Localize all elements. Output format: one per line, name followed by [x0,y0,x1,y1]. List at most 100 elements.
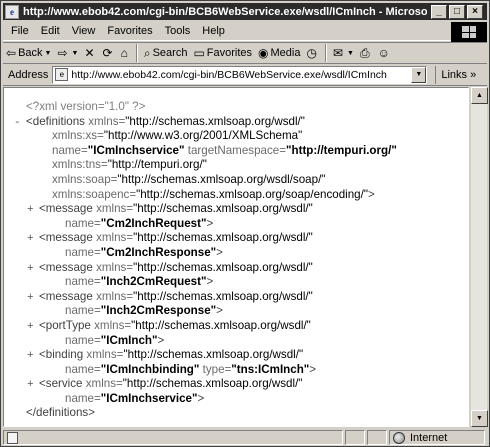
xml-definitions-close: </definitions> [26,406,95,420]
address-dropdown-button[interactable]: ▼ [411,66,427,83]
minimize-button[interactable]: _ [431,4,447,19]
expand-toggle[interactable]: + [27,232,39,247]
menu-tools[interactable]: Tools [159,25,197,37]
xml-binding-name: name="ICmInchbinding" type="tns:ICmInch"… [65,362,317,376]
discuss-button[interactable]: ☺ [375,43,395,63]
menu-file[interactable]: File [3,25,35,37]
security-zone[interactable]: Internet [389,430,485,445]
xml-declaration: <?xml version="1.0" ?> [26,100,146,113]
xml-binding: + <binding xmlns="http://schemas.xmlsoap.… [27,348,304,364]
xml-message-2-name: name="Cm2InchResponse"> [65,245,223,259]
media-button[interactable]: ◉ Media [255,43,303,63]
xml-attr-name: name="ICmInchservice" targetNamespace="h… [52,143,397,157]
forward-button[interactable]: ⇨ ▼ [54,43,81,63]
close-button[interactable]: × [467,4,483,19]
xml-message-3: + <message xmlns="http://schemas.xmlsoap.… [27,260,313,277]
expand-toggle[interactable]: + [27,320,39,335]
toolbar-separator [324,44,327,62]
standard-toolbar: ⇦ Back ▼ ⇨ ▼ ✕ ⟳ ⌂ ⌕ Search ▭ Favorites … [3,42,487,64]
chevron-down-icon[interactable]: ▼ [45,50,52,57]
links-label: Links [441,68,468,81]
address-input[interactable]: http://www.ebob42.com/cgi-bin/BCB6WebSer… [71,69,411,81]
collapse-toggle[interactable]: - [14,116,26,131]
favorites-folder-icon: ▭ [193,46,205,60]
status-text-cell [3,430,343,445]
address-bar: Address e http://www.ebob42.com/cgi-bin/… [3,64,487,86]
status-bar: Internet [3,429,487,446]
refresh-icon: ⟳ [102,46,113,60]
xml-message-2: + <message xmlns="http://schemas.xmlsoap.… [27,231,313,247]
expand-toggle[interactable]: + [27,262,39,277]
print-button[interactable]: ⎙ [357,43,375,63]
chevron-down-icon[interactable]: ▼ [72,50,79,57]
search-icon: ⌕ [143,45,151,60]
back-button[interactable]: ⇦ Back ▼ [3,43,54,63]
xml-message-1-name: name="Cm2InchRequest"> [65,216,214,230]
favorites-label: Favorites [206,47,253,59]
scroll-down-button[interactable]: ▼ [471,410,488,427]
chevron-down-icon[interactable]: ▼ [347,50,354,57]
menu-bar: File Edit View Favorites Tools Help [3,21,487,41]
stop-button[interactable]: ✕ [81,43,99,63]
forward-arrow-icon: ⇨ [57,46,68,60]
stop-icon: ✕ [84,46,95,60]
xml-message-4-name: name="Inch2CmResponse"> [65,304,223,318]
window-title: http://www.ebob42.com/cgi-bin/BCB6WebSer… [23,5,427,18]
page-done-icon [7,431,18,444]
globe-icon [393,431,405,444]
links-chevron-icon: » [470,68,477,81]
history-button[interactable]: ◷ [303,43,321,63]
zone-label: Internet [410,431,448,444]
media-icon: ◉ [258,46,269,60]
windows-logo-icon [462,26,476,38]
maximize-button[interactable]: □ [449,4,465,19]
xml-attr-soapenc: xmlns:soapenc="http://schemas.xmlsoap.or… [52,187,375,201]
vertical-scrollbar[interactable]: ▲ ▼ [470,87,488,427]
browser-window: e http://www.ebob42.com/cgi-bin/BCB6WebS… [0,0,490,447]
home-button[interactable]: ⌂ [118,43,133,63]
xml-porttype: + <portType xmlns="http://schemas.xmlsoap… [27,318,311,335]
scroll-up-button[interactable]: ▲ [471,87,488,104]
links-button[interactable]: Links » [435,65,477,84]
expand-toggle[interactable]: + [27,349,39,364]
menu-favorites[interactable]: Favorites [101,25,158,37]
windows-logo-throbber [451,22,487,42]
print-icon: ⎙ [359,45,370,60]
back-label: Back [18,47,43,59]
expand-toggle[interactable]: + [27,291,39,306]
menu-edit[interactable]: Edit [35,25,66,37]
mail-button[interactable]: ✉ ▼ [330,43,357,63]
menu-help[interactable]: Help [196,25,231,37]
xml-attr-xs: xmlns:xs="http://www.w3.org/2001/XMLSche… [52,129,303,143]
toolbar-separator [135,44,138,62]
expand-toggle[interactable]: + [27,203,39,218]
media-label: Media [270,47,301,59]
discuss-icon: ☺ [377,46,390,60]
xml-message-4: + <message xmlns="http://schemas.xmlsoap.… [27,289,313,306]
xml-message-1: + <message xmlns="http://schemas.xmlsoap.… [27,202,313,218]
page-icon: e [55,68,69,81]
favorites-button[interactable]: ▭ Favorites [190,43,255,63]
xml-service-name: name="ICmInchservice"> [65,391,205,405]
xml-definitions-open: - <definitions xmlns="http://schemas.xmls… [14,114,305,129]
xml-service: + <service xmlns="http://schemas.xmlsoap.… [27,377,303,393]
back-arrow-icon: ⇦ [6,46,17,60]
refresh-button[interactable]: ⟳ [100,43,118,63]
home-icon: ⌂ [120,46,128,60]
search-button[interactable]: ⌕ Search [141,43,191,63]
address-field[interactable]: e http://www.ebob42.com/cgi-bin/BCB6WebS… [52,65,428,84]
xml-message-3-name: name="Inch2CmRequest"> [65,275,214,289]
xml-attr-soap: xmlns:soap="http://schemas.xmlsoap.org/w… [52,172,326,186]
status-cell [367,430,387,445]
expand-toggle[interactable]: + [27,378,39,393]
xml-attr-tns: xmlns:tns="http://tempuri.org/" [52,158,207,172]
xml-porttype-name: name="ICmInch"> [65,333,165,347]
xml-document: <?xml version="1.0" ?> - <definitions xml… [14,100,397,421]
title-bar: e http://www.ebob42.com/cgi-bin/BCB6WebS… [3,3,487,20]
menu-view[interactable]: View [66,25,102,37]
search-label: Search [152,47,188,59]
status-cell [345,430,365,445]
page-content: <?xml version="1.0" ?> - <definitions xml… [3,87,469,427]
ie-icon[interactable]: e [5,4,19,19]
history-icon: ◷ [306,46,317,60]
